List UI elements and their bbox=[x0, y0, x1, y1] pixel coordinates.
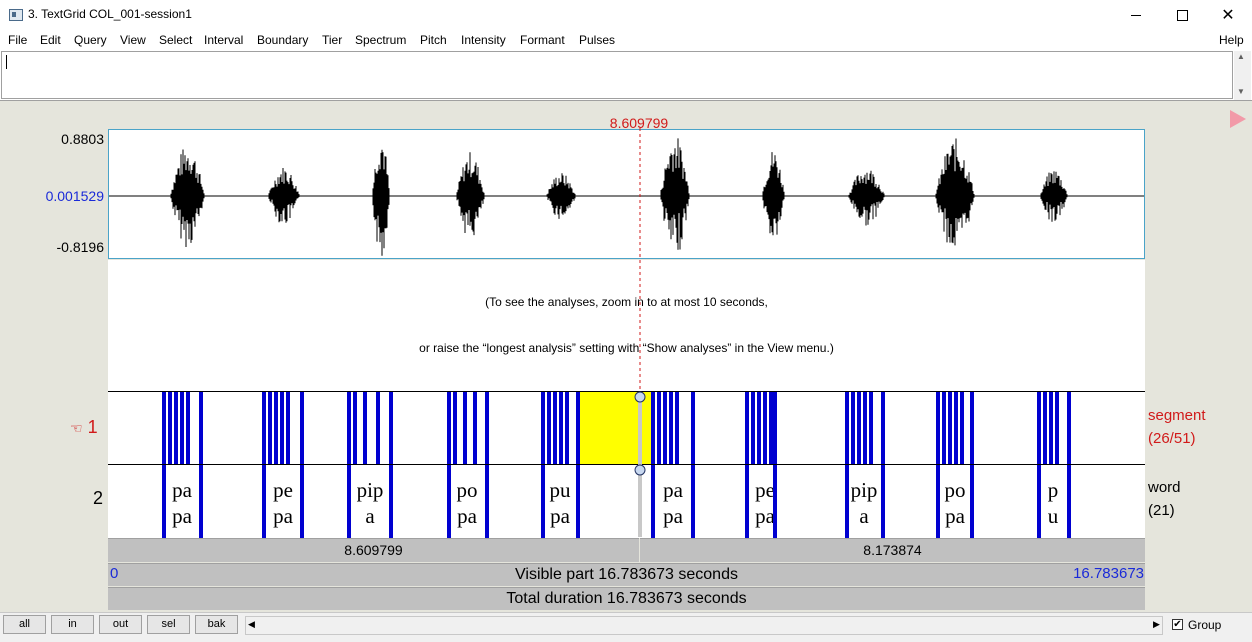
tier-name-label: word bbox=[1148, 479, 1181, 496]
analysis-message-line1: (To see the analyses, zoom in to at most… bbox=[485, 295, 768, 309]
word-label[interactable]: pe pa bbox=[742, 477, 788, 529]
word-label[interactable]: pa pa bbox=[650, 477, 696, 529]
word-label[interactable]: pu bbox=[1030, 477, 1076, 529]
menu-view[interactable]: View bbox=[120, 33, 146, 47]
menu-pitch[interactable]: Pitch bbox=[420, 33, 447, 47]
tier-name-word[interactable]: word (21) bbox=[1148, 476, 1181, 522]
left-duration-bar[interactable]: 8.609799 bbox=[108, 538, 639, 562]
interval-text-field[interactable] bbox=[1, 51, 1233, 99]
menu-help[interactable]: Help bbox=[1219, 33, 1244, 47]
analysis-message-line2: or raise the “longest analysis” setting … bbox=[419, 341, 834, 355]
tier-count-label: (21) bbox=[1148, 502, 1175, 519]
visible-start-time: 0 bbox=[110, 565, 119, 582]
waveform-panel[interactable] bbox=[108, 129, 1145, 259]
tier-name-label: segment bbox=[1148, 407, 1206, 424]
menu-pulses[interactable]: Pulses bbox=[579, 33, 615, 47]
pointing-hand-icon: ☜ bbox=[70, 420, 83, 436]
tier-name-segment[interactable]: segment (26/51) bbox=[1148, 404, 1206, 450]
scroll-down-icon[interactable]: ▼ bbox=[1237, 87, 1245, 96]
zoom-all-button[interactable]: all bbox=[3, 615, 46, 634]
menu-tier[interactable]: Tier bbox=[322, 33, 342, 47]
menu-spectrum[interactable]: Spectrum bbox=[355, 33, 406, 47]
word-label[interactable]: po pa bbox=[932, 477, 978, 529]
minimize-button[interactable] bbox=[1113, 0, 1159, 30]
visible-part-bar[interactable]: Visible part 16.783673 seconds bbox=[108, 563, 1145, 586]
menu-query[interactable]: Query bbox=[74, 33, 107, 47]
zoom-out-button[interactable]: out bbox=[99, 615, 142, 634]
maximize-button[interactable] bbox=[1159, 0, 1205, 30]
window-title: 3. TextGrid COL_001-session1 bbox=[28, 7, 192, 21]
play-arrow-icon[interactable] bbox=[1230, 110, 1246, 128]
right-duration-bar[interactable]: 8.173874 bbox=[640, 538, 1145, 562]
menu-edit[interactable]: Edit bbox=[40, 33, 61, 47]
word-label[interactable]: pu pa bbox=[537, 477, 583, 529]
tier-number-1-label: 1 bbox=[87, 417, 98, 437]
waveform-yzero-label: 0.001529 bbox=[45, 188, 104, 204]
menu-select[interactable]: Select bbox=[159, 33, 192, 47]
menu-bar: File Edit Query View Select Interval Bou… bbox=[0, 30, 1252, 51]
group-label: Group bbox=[1188, 618, 1222, 632]
total-duration-bar[interactable]: Total duration 16.783673 seconds bbox=[108, 587, 1145, 610]
analysis-panel[interactable] bbox=[108, 260, 1145, 391]
word-label[interactable]: pa pa bbox=[159, 477, 205, 529]
cursor-time-label: 8.609799 bbox=[609, 115, 669, 131]
word-label[interactable]: po pa bbox=[444, 477, 490, 529]
word-label[interactable]: pip a bbox=[347, 477, 393, 529]
menu-intensity[interactable]: Intensity bbox=[461, 33, 506, 47]
scroll-left-icon[interactable]: ◀ bbox=[248, 619, 255, 630]
zoom-selection-button[interactable]: sel bbox=[147, 615, 190, 634]
scroll-up-icon[interactable]: ▲ bbox=[1237, 52, 1245, 61]
scroll-right-icon[interactable]: ▶ bbox=[1153, 619, 1160, 630]
tier-number-1[interactable]: ☜ 1 bbox=[70, 417, 98, 438]
group-checkbox[interactable]: ✔ bbox=[1172, 619, 1183, 630]
waveform-ymax-label: 0.8803 bbox=[61, 131, 104, 147]
selected-interval[interactable] bbox=[579, 392, 653, 464]
text-caret bbox=[6, 55, 7, 69]
zoom-in-button[interactable]: in bbox=[51, 615, 94, 634]
waveform-ymin-label: -0.8196 bbox=[56, 239, 104, 255]
menu-interval[interactable]: Interval bbox=[204, 33, 243, 47]
praat-app-icon bbox=[9, 9, 23, 21]
tier-count-label: (26/51) bbox=[1148, 430, 1196, 447]
horizontal-scrollbar[interactable] bbox=[245, 616, 1163, 635]
zoom-back-button[interactable]: bak bbox=[195, 615, 238, 634]
menu-boundary[interactable]: Boundary bbox=[257, 33, 308, 47]
visible-end-time: 16.783673 bbox=[1073, 565, 1144, 582]
tier-number-2[interactable]: 2 bbox=[93, 488, 103, 509]
word-label[interactable]: pe pa bbox=[260, 477, 306, 529]
close-button[interactable]: ✕ bbox=[1205, 0, 1251, 30]
word-label[interactable]: pip a bbox=[841, 477, 887, 529]
menu-formant[interactable]: Formant bbox=[520, 33, 565, 47]
menu-file[interactable]: File bbox=[8, 33, 27, 47]
